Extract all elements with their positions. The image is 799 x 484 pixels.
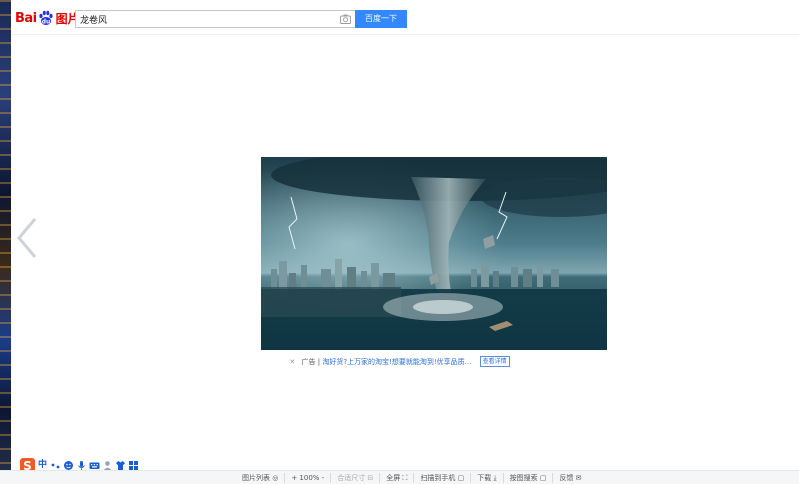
ad-label: 广告 (301, 358, 316, 366)
svg-text:du: du (41, 19, 50, 26)
header-bar: Bai du 图片 百度一下 (11, 0, 799, 35)
image-list-button[interactable]: 图片列表 ◎ (236, 473, 286, 483)
search-box (75, 10, 355, 28)
search-button[interactable]: 百度一下 (355, 10, 407, 28)
search-input[interactable] (80, 11, 330, 27)
ad-line: ✕ 广告 | 淘好货?上万家的淘宝!想要就能淘到!优享品质... 查看详情 (0, 356, 799, 368)
logo-text: Bai (15, 10, 37, 26)
ad-link[interactable]: 淘好货?上万家的淘宝!想要就能淘到!优享品质... (322, 358, 471, 366)
ad-detail-button[interactable]: 查看详情 (479, 356, 510, 367)
desktop-background-strip (0, 0, 11, 483)
zoom-control[interactable]: + 100% - (285, 473, 332, 483)
feedback-button[interactable]: 反馈 ✉ (553, 473, 587, 483)
fullscreen-button[interactable]: 全屏 ⛶ (380, 473, 415, 483)
baidu-logo[interactable]: Bai du 图片 (15, 7, 80, 29)
fit-size-button[interactable]: 合适尺寸 ⊟ (331, 473, 381, 483)
ad-close-icon[interactable]: ✕ (289, 358, 295, 366)
main-image[interactable] (261, 157, 607, 350)
download-button[interactable]: 下载 ⤓ (471, 473, 504, 483)
camera-icon[interactable] (340, 14, 351, 24)
paw-icon: du (39, 10, 53, 26)
search-by-image-button[interactable]: 按图搜索 ▢ (504, 473, 554, 483)
scan-to-phone-button[interactable]: 扫描到手机 ▢ (414, 473, 472, 483)
bottom-toolbar: 图片列表 ◎ + 100% - 合适尺寸 ⊟ 全屏 ⛶ 扫描到手机 ▢ 下载 ⤓… (0, 470, 799, 484)
previous-image-arrow-icon[interactable] (15, 217, 39, 259)
